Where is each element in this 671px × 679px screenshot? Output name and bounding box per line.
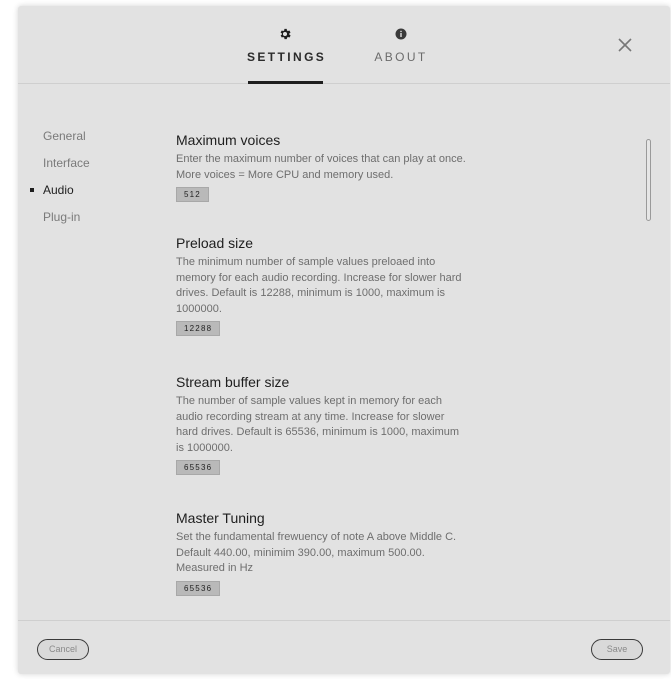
tab-about[interactable]: ABOUT bbox=[371, 24, 431, 84]
sidebar-item-label: Interface bbox=[43, 156, 90, 170]
sidebar-item-general[interactable]: General bbox=[18, 128, 148, 155]
sidebar-item-label: General bbox=[43, 129, 86, 143]
active-tab-indicator bbox=[248, 81, 323, 84]
setting-maximum-voices: Maximum voices Enter the maximum number … bbox=[176, 131, 466, 202]
dialog-footer: Cancel Save bbox=[18, 620, 670, 674]
maximum-voices-input[interactable]: 512 bbox=[176, 187, 209, 202]
active-bullet bbox=[30, 188, 34, 192]
scrollbar-thumb[interactable] bbox=[646, 139, 651, 221]
setting-preload-size: Preload size The minimum number of sampl… bbox=[176, 234, 466, 336]
setting-description: Enter the maximum number of voices that … bbox=[176, 153, 466, 181]
tab-about-label: ABOUT bbox=[374, 50, 428, 64]
setting-master-tuning: Master Tuning Set the fundamental frewue… bbox=[176, 509, 466, 596]
sidebar-item-plug-in[interactable]: Plug-in bbox=[18, 209, 148, 236]
setting-description: The minimum number of sample values prel… bbox=[176, 256, 462, 315]
sidebar-item-label: Plug-in bbox=[43, 210, 81, 224]
preload-size-input[interactable]: 12288 bbox=[176, 321, 221, 336]
tab-settings[interactable]: SETTINGS bbox=[247, 24, 327, 84]
setting-description: The number of sample values kept in memo… bbox=[176, 395, 460, 454]
tab-settings-label: SETTINGS bbox=[247, 50, 327, 64]
sidebar-item-interface[interactable]: Interface bbox=[18, 155, 148, 182]
sidebar-item-audio[interactable]: Audio bbox=[18, 182, 148, 209]
gear-icon bbox=[280, 28, 291, 40]
stream-buffer-size-input[interactable]: 65536 bbox=[176, 460, 221, 475]
sidebar-item-label: Audio bbox=[43, 183, 74, 197]
setting-title: Stream buffer size bbox=[176, 374, 290, 390]
setting-title: Preload size bbox=[176, 235, 254, 251]
setting-stream-buffer-size: Stream buffer size The number of sample … bbox=[176, 373, 466, 475]
setting-title: Maximum voices bbox=[176, 132, 281, 148]
setting-title: Master Tuning bbox=[176, 510, 265, 526]
save-button[interactable]: Save bbox=[591, 639, 643, 660]
settings-dialog: SETTINGS ABOUT General Interface Audio P… bbox=[18, 6, 670, 674]
setting-description: Set the fundamental frewuency of note A … bbox=[176, 531, 457, 574]
master-tuning-input[interactable]: 65536 bbox=[176, 580, 221, 596]
close-icon[interactable] bbox=[616, 36, 634, 54]
settings-sidebar: General Interface Audio Plug-in bbox=[18, 128, 148, 236]
info-icon bbox=[395, 28, 407, 40]
cancel-button[interactable]: Cancel bbox=[37, 639, 89, 660]
dialog-header: SETTINGS ABOUT bbox=[18, 6, 670, 84]
